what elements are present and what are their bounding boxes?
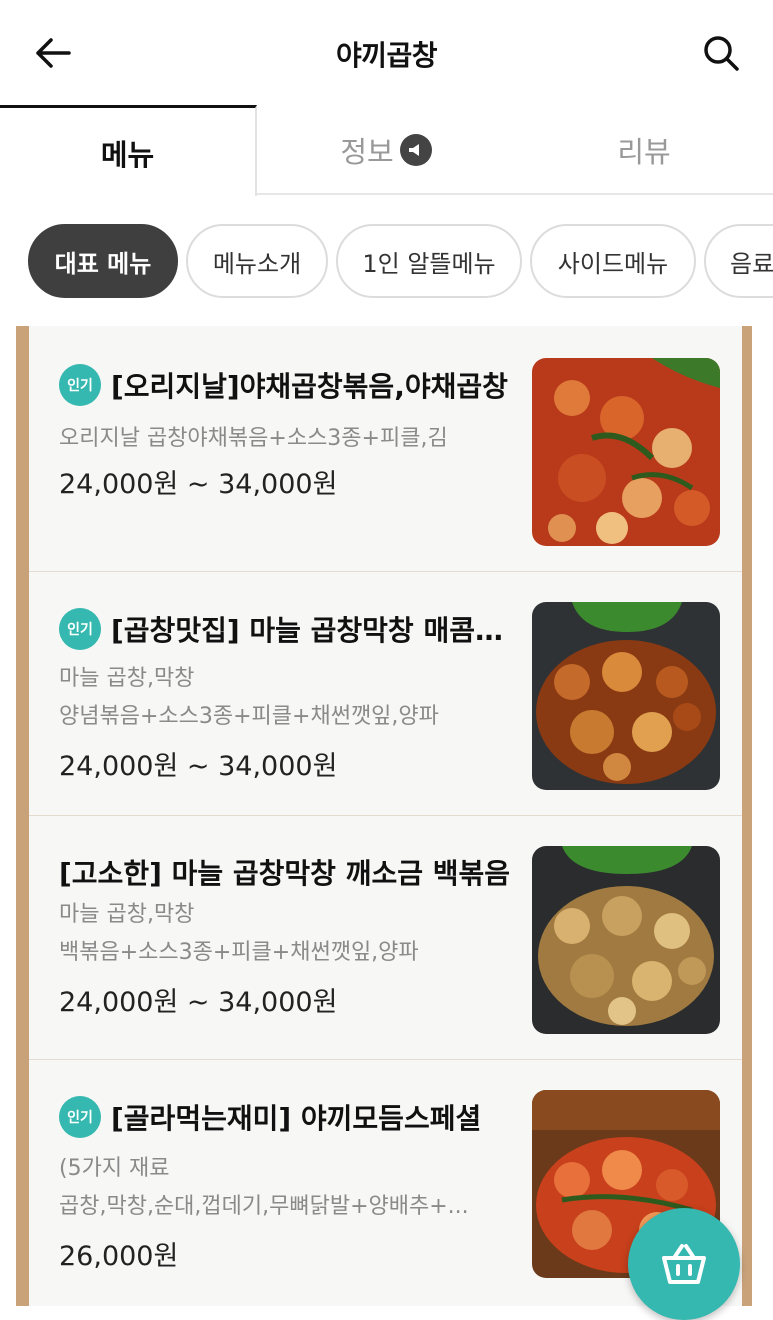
- menu-item-title: [골라먹는재미] 야끼모듬스페셜: [111, 1102, 482, 1135]
- menu-item-name: 인기 [골라먹는재미] 야끼모듬스페셜: [59, 1096, 519, 1138]
- menu-item-description: 양념볶음+소스3종+피클+채썬깻잎,양파: [59, 704, 439, 729]
- menu-item-photo: [532, 846, 720, 1034]
- chip-single-menu[interactable]: 1인 알뜰메뉴: [336, 224, 522, 298]
- chip-representative[interactable]: 대표 메뉴: [28, 224, 178, 298]
- menu-item-price: 26,000원: [59, 1241, 179, 1272]
- menu-item-description: (5가지 재료: [59, 1156, 170, 1181]
- menu-item[interactable]: 인기 [곱창맛집] 마늘 곱창막창 매콤볶음 마늘 곱창,막창 양념볶음+소스3…: [29, 572, 742, 816]
- menu-item-description: 마늘 곱창,막창: [59, 666, 195, 691]
- tab-menu-label: 메뉴: [100, 137, 155, 172]
- popular-badge: 인기: [59, 608, 101, 650]
- popular-badge: 인기: [59, 364, 101, 406]
- menu-item[interactable]: [고소한] 마늘 곱창막창 깨소금 백볶음 마늘 곱창,막창 백볶음+소스3종+…: [29, 816, 742, 1060]
- menu-item-name: 인기 [곱창맛집] 마늘 곱창막창 매콤볶음: [59, 608, 519, 650]
- popular-badge: 인기: [59, 1096, 101, 1138]
- tab-bar: 메뉴 정보 리뷰: [0, 105, 773, 197]
- notice-icon: [399, 134, 432, 166]
- chip-side-menu[interactable]: 사이드메뉴: [530, 224, 696, 298]
- menu-item-description: 백볶음+소스3종+피클+채썬깻잎,양파: [59, 940, 419, 965]
- tab-review-label: 리뷰: [617, 135, 671, 169]
- tab-review[interactable]: 리뷰: [515, 105, 773, 195]
- chip-menu-intro[interactable]: 메뉴소개: [186, 224, 328, 298]
- tab-info[interactable]: 정보: [257, 105, 515, 195]
- tab-menu[interactable]: 메뉴: [0, 105, 257, 197]
- category-chips: 대표 메뉴 메뉴소개 1인 알뜰메뉴 사이드메뉴 음료: [0, 196, 773, 328]
- menu-item-title: [오리지날]야채곱창볶음,야채곱창: [111, 370, 508, 403]
- tab-info-label: 정보: [340, 135, 394, 169]
- menu-item-name: [고소한] 마늘 곱창막창 깨소금 백볶음: [59, 852, 519, 892]
- menu-item-price: 24,000원 ~ 34,000원: [59, 469, 338, 500]
- search-icon: [704, 36, 739, 71]
- menu-item-description: 오리지날 곱창야채볶음+소스3종+피클,김: [59, 426, 448, 451]
- menu-item-photo: [532, 602, 720, 790]
- menu-item-name: 인기 [오리지날]야채곱창볶음,야채곱창: [59, 364, 519, 406]
- cart-button[interactable]: [628, 1208, 740, 1320]
- menu-item-price: 24,000원 ~ 34,000원: [59, 751, 338, 782]
- menu-item[interactable]: 인기 [오리지날]야채곱창볶음,야채곱창 오리지날 곱창야채볶음+소스3종+피클…: [29, 328, 742, 572]
- chip-drinks[interactable]: 음료: [704, 224, 773, 298]
- menu-item-description: 곱창,막창,순대,껍데기,무뼈닭발+양배추+...: [59, 1194, 469, 1219]
- basket-icon: [662, 1244, 706, 1284]
- menu-item-description: 마늘 곱창,막창: [59, 902, 195, 927]
- search-button[interactable]: [694, 28, 748, 78]
- menu-item-title: [고소한] 마늘 곱창막창 깨소금 백볶음: [59, 857, 510, 890]
- menu-item-price: 24,000원 ~ 34,000원: [59, 987, 338, 1018]
- menu-item-photo: [532, 358, 720, 546]
- top-app-bar: 야끼곱창: [0, 0, 773, 105]
- menu-item-title: [곱창맛집] 마늘 곱창막창 매콤볶음: [111, 614, 519, 647]
- page-title: 야끼곱창: [335, 39, 438, 72]
